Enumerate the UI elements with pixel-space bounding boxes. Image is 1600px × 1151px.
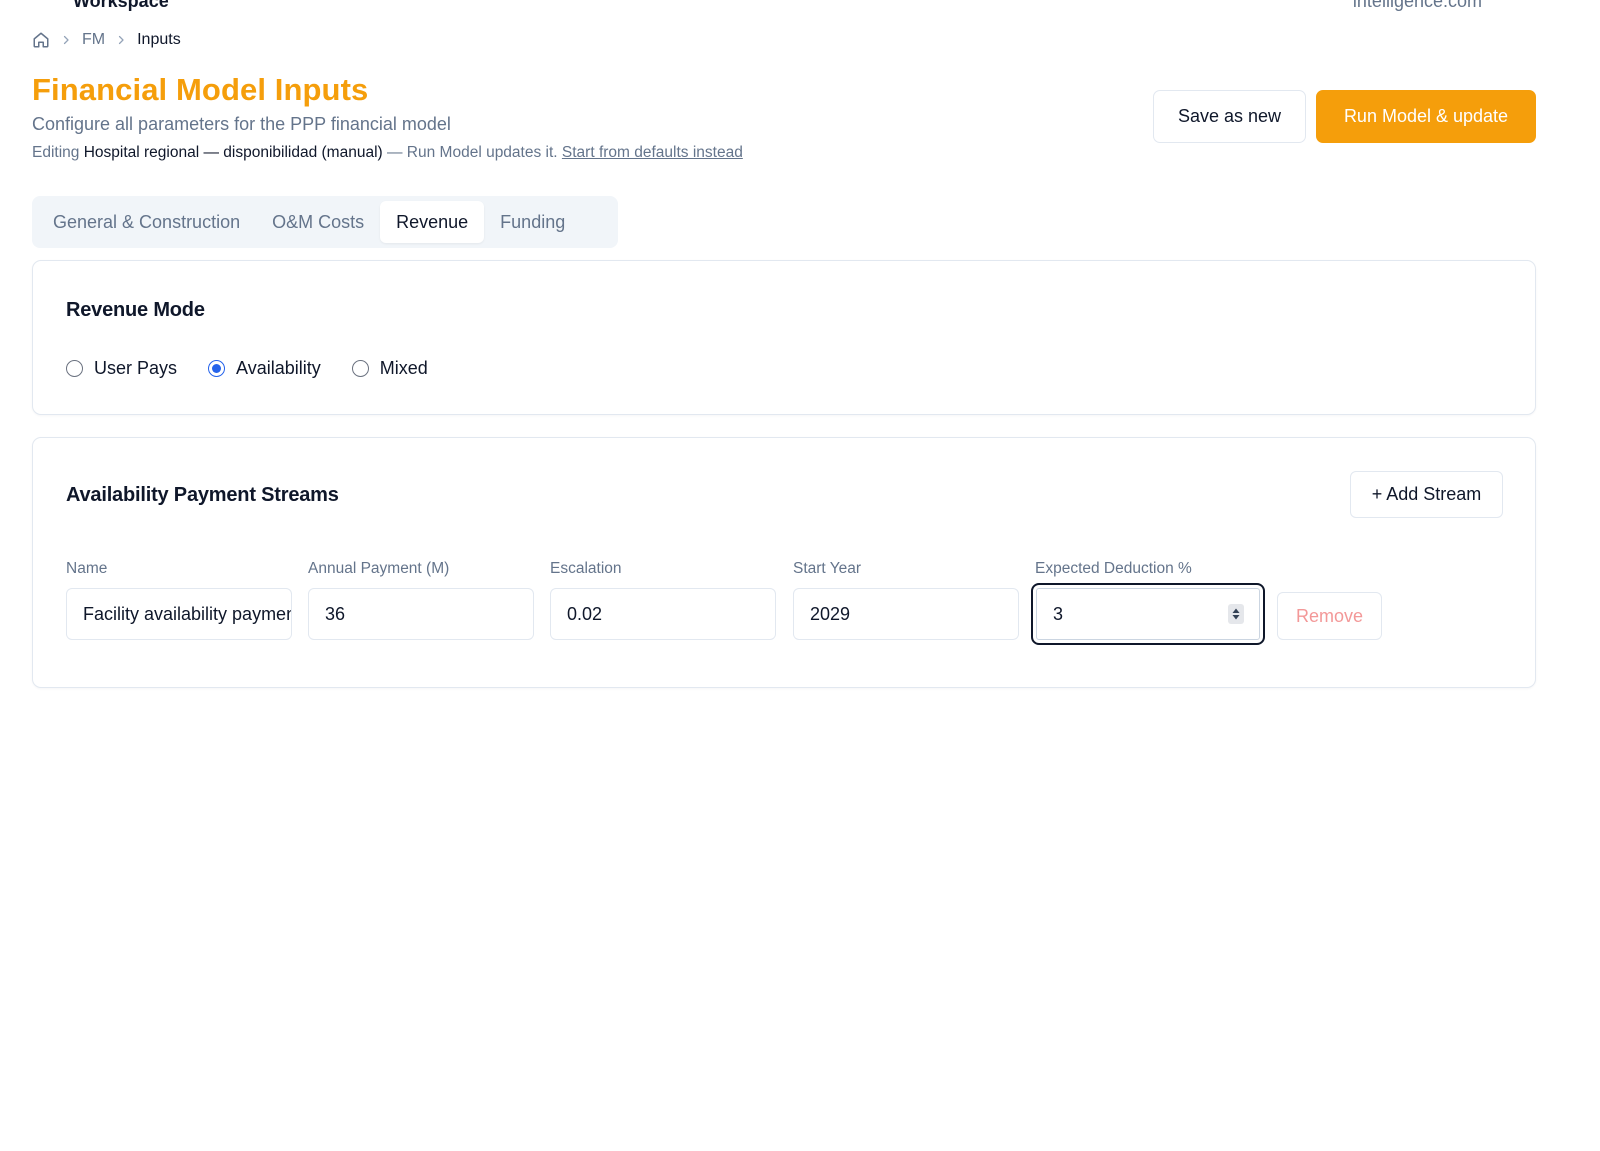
availability-streams-card: Availability Payment Streams + Add Strea… — [32, 437, 1536, 688]
breadcrumb-item-fm[interactable]: FM — [82, 31, 105, 49]
radio-availability[interactable] — [208, 360, 226, 377]
user-email: intelligence.com — [1352, 0, 1482, 11]
revenue-mode-title: Revenue Mode — [66, 299, 205, 321]
radio-option-user-pays[interactable]: User Pays — [66, 358, 177, 379]
page: Workspace intelligence.com FM Inputs Fin… — [0, 0, 1600, 1151]
column-label-start-year: Start Year — [793, 560, 862, 577]
radio-label-user-pays: User Pays — [94, 358, 178, 378]
editing-notice: Editing Hospital regional — disponibilid… — [32, 144, 743, 162]
editing-suffix: — Run Model updates it. — [387, 144, 558, 161]
escalation-input[interactable]: 0.02 — [550, 588, 776, 640]
breadcrumb-item-inputs: Inputs — [137, 31, 181, 48]
page-subtitle: Configure all parameters for the PPP fin… — [32, 114, 451, 134]
chevron-right-icon — [60, 34, 72, 46]
workspace-label: Workspace — [73, 0, 169, 11]
start-year-input[interactable]: 2029 — [793, 588, 1019, 640]
radio-user-pays[interactable] — [66, 360, 83, 377]
radio-label-mixed: Mixed — [379, 358, 428, 378]
editing-prefix: Editing — [32, 144, 80, 161]
home-icon[interactable] — [32, 31, 50, 49]
availability-streams-title: Availability Payment Streams — [66, 484, 339, 506]
expected-deduction-input[interactable]: 3 — [1031, 583, 1265, 645]
radio-label-availability: Availability — [236, 358, 321, 378]
revenue-mode-card: Revenue Mode User Pays Availability Mixe… — [32, 260, 1536, 415]
chevron-right-icon — [115, 34, 127, 46]
tab-general-construction[interactable]: General & Construction — [37, 201, 256, 243]
tab-funding[interactable]: Funding — [484, 201, 581, 243]
radio-option-availability[interactable]: Availability — [208, 358, 321, 379]
column-label-annual-payment: Annual Payment (M) — [308, 560, 450, 577]
expected-deduction-value: 3 — [1053, 603, 1064, 624]
save-as-new-button[interactable]: Save as new — [1153, 90, 1306, 143]
radio-mixed[interactable] — [351, 360, 369, 377]
radio-option-mixed[interactable]: Mixed — [351, 358, 428, 379]
run-model-button[interactable]: Run Model & update — [1316, 90, 1536, 143]
tab-revenue[interactable]: Revenue — [380, 201, 485, 243]
add-stream-button[interactable]: + Add Stream — [1350, 471, 1503, 518]
column-label-name: Name — [66, 560, 108, 577]
column-label-expected-deduction: Expected Deduction % — [1035, 560, 1192, 577]
stream-name-input[interactable]: Facility availability payment — [66, 588, 292, 640]
tab-om-costs[interactable]: O&M Costs — [256, 201, 380, 243]
annual-payment-input[interactable]: 36 — [308, 588, 534, 640]
top-bar-clipped: Workspace intelligence.com — [0, 0, 1600, 11]
column-label-escalation: Escalation — [550, 560, 622, 577]
input-tabs: General & Construction O&M Costs Revenue… — [32, 196, 618, 248]
start-from-defaults-link[interactable]: Start from defaults instead — [562, 144, 743, 161]
breadcrumb: FM Inputs — [32, 31, 181, 49]
page-title: Financial Model Inputs — [32, 72, 369, 107]
revenue-mode-radio-group: User Pays Availability Mixed — [66, 358, 459, 379]
editing-scenario-name: Hospital regional — disponibilidad (manu… — [83, 144, 383, 161]
remove-stream-button[interactable]: Remove — [1277, 592, 1382, 640]
number-stepper-icon[interactable] — [1228, 604, 1244, 624]
